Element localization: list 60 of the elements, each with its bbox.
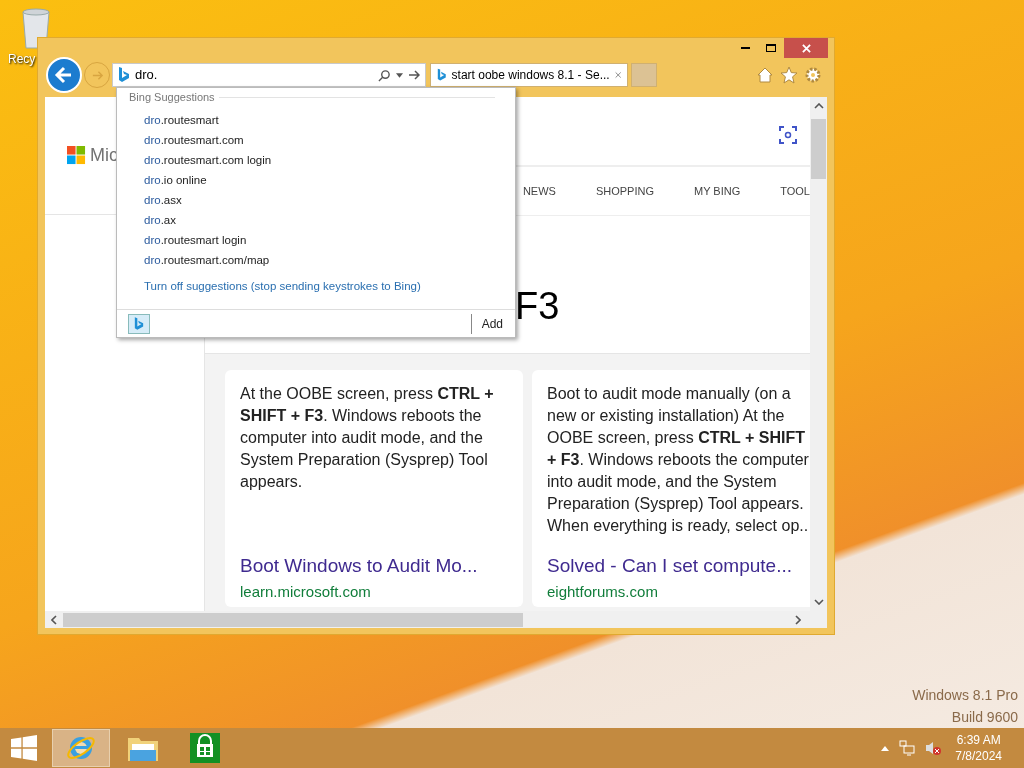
page-heading: F3 bbox=[515, 284, 560, 329]
visual-search-icon[interactable] bbox=[778, 125, 798, 145]
suggestion-item[interactable]: dro.ax bbox=[144, 210, 515, 231]
logo-icon bbox=[67, 146, 86, 165]
suggestion-item[interactable]: dro.routesmart login bbox=[144, 230, 515, 251]
windows-logo-icon bbox=[11, 735, 37, 761]
card-title-link[interactable]: Solved - Can I set compute... bbox=[547, 552, 810, 581]
nav-link[interactable]: TOOL bbox=[780, 182, 810, 200]
suggestion-item[interactable]: dro.asx bbox=[144, 190, 515, 211]
scroll-thumb[interactable] bbox=[63, 612, 523, 627]
bing-icon bbox=[118, 67, 130, 83]
scroll-thumb[interactable] bbox=[811, 119, 826, 179]
suggestion-item[interactable]: dro.routesmart.com login bbox=[144, 150, 515, 171]
settings-icon[interactable] bbox=[804, 66, 822, 84]
address-bar[interactable]: dro. bbox=[112, 63, 426, 87]
close-icon bbox=[801, 43, 811, 53]
close-icon[interactable] bbox=[614, 71, 621, 79]
card-title-link[interactable]: Boot Windows to Audit Mo... bbox=[240, 552, 508, 581]
show-hidden-icons-icon[interactable] bbox=[881, 745, 890, 751]
scroll-down-icon[interactable] bbox=[813, 599, 824, 605]
horizontal-scrollbar[interactable] bbox=[45, 611, 827, 628]
search-icon[interactable] bbox=[378, 68, 391, 82]
nav-link[interactable]: SHOPPING bbox=[595, 182, 654, 200]
tab-title: start oobe windows 8.1 - Se... bbox=[451, 67, 610, 84]
go-arrow-icon[interactable] bbox=[408, 69, 420, 81]
nav-link[interactable]: NEWS bbox=[522, 182, 556, 200]
search-provider-button[interactable] bbox=[128, 313, 150, 334]
add-button[interactable]: Add bbox=[471, 314, 503, 333]
os-watermark-text: Build 9600 bbox=[951, 708, 1018, 727]
suggestion-item[interactable]: dro.routesmart.com bbox=[144, 130, 515, 151]
dropdown-heading: Bing Suggestions bbox=[129, 90, 215, 105]
bing-icon bbox=[134, 316, 144, 331]
card-snippet: At the OOBE screen, press CTRL + SHIFT + F3. Windows reboots the computer into audit mode, and the System Preparation (Sysprep) Tool appears. bbox=[240, 384, 495, 492]
back-button[interactable] bbox=[46, 57, 82, 93]
logo-text: Mic bbox=[90, 144, 118, 167]
card-source: eightforums.com bbox=[547, 581, 659, 602]
desktop-icon-label: Recy bbox=[8, 51, 36, 68]
home-icon[interactable] bbox=[756, 66, 774, 84]
card-source: learn.microsoft.com bbox=[240, 581, 372, 602]
taskbar-app-button[interactable] bbox=[52, 729, 110, 767]
suggestion-item[interactable]: dro.routesmart bbox=[144, 110, 515, 131]
address-input[interactable]: dro. bbox=[135, 65, 373, 85]
volume-muted-icon[interactable] bbox=[925, 740, 942, 756]
bing-icon bbox=[437, 67, 447, 83]
browser-tab[interactable]: start oobe windows 8.1 - Se... bbox=[430, 63, 628, 87]
suggestion-item[interactable]: dro.io online bbox=[144, 170, 515, 191]
star-icon[interactable] bbox=[780, 66, 798, 84]
scroll-up-icon[interactable] bbox=[813, 103, 824, 109]
nav-link[interactable]: MY BING bbox=[693, 182, 741, 200]
os-watermark-text: Windows 8.1 Pro bbox=[912, 686, 1018, 705]
card-snippet: Boot to audit mode manually (on a new or existing installation) At the OOBE screen, press CTRL + SHIFT + F3. Windows reboots the computer into audit mode, and the System Preparation (Sysprep) Tool appears. When everything is ready, select op.. bbox=[547, 384, 810, 536]
caret-icon[interactable] bbox=[396, 72, 403, 78]
network-icon[interactable] bbox=[899, 740, 916, 756]
suggestion-item[interactable]: dro.routesmart.com/map bbox=[144, 250, 515, 271]
store-icon bbox=[190, 733, 220, 763]
vertical-scrollbar[interactable] bbox=[810, 97, 827, 611]
scroll-left-icon[interactable] bbox=[51, 614, 57, 625]
scroll-right-icon[interactable] bbox=[795, 614, 801, 625]
turn-off-suggestions-link[interactable]: Turn off suggestions (stop sending keystrokes to Bing) bbox=[144, 277, 515, 295]
back-arrow-icon bbox=[54, 65, 74, 85]
